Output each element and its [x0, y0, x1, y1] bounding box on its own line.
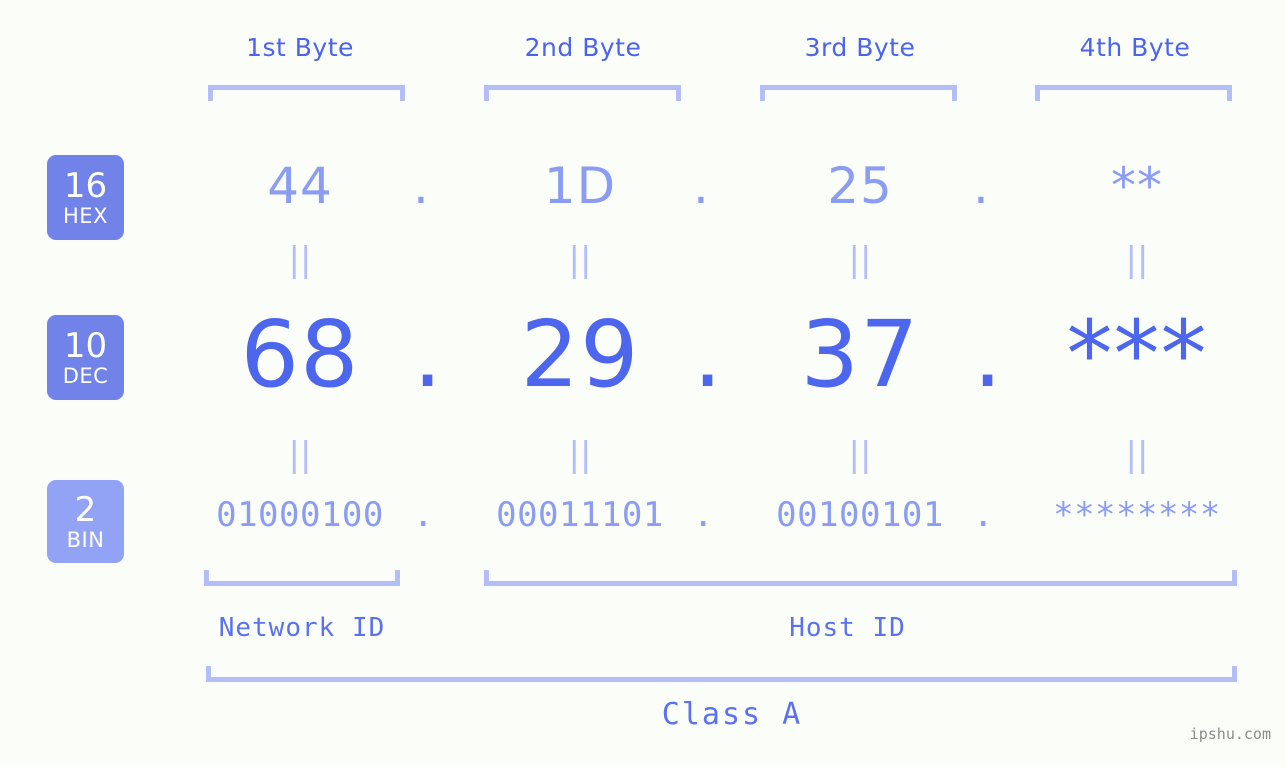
- dec-dot-2: .: [693, 301, 723, 408]
- equals-mark-1-2: ||: [568, 240, 592, 280]
- byte-header-3: 3rd Byte: [804, 33, 916, 62]
- radix-badge-dec-number: 10: [63, 325, 108, 366]
- radix-badge-bin-label: BIN: [66, 527, 105, 552]
- hex-dot-3: .: [973, 157, 989, 215]
- byte-bracket-3: [760, 85, 957, 101]
- byte-bracket-2: [484, 85, 681, 101]
- bin-dot-1: .: [413, 495, 434, 535]
- ip-breakdown-diagram: 1st Byte 2nd Byte 3rd Byte 4th Byte 16 H…: [0, 0, 1285, 767]
- dec-dot-3: .: [973, 301, 1003, 408]
- host-id-bracket: [484, 570, 1237, 586]
- radix-badge-hex: 16 HEX: [47, 155, 124, 240]
- radix-badge-bin-number: 2: [74, 489, 97, 530]
- hex-byte-4: **: [1111, 157, 1163, 215]
- hex-byte-3: 25: [827, 157, 893, 215]
- bin-byte-1: 01000100: [216, 495, 384, 535]
- bin-byte-2: 00011101: [496, 495, 664, 535]
- site-watermark: ipshu.com: [1189, 725, 1271, 743]
- byte-bracket-1: [208, 85, 405, 101]
- class-bracket: [206, 666, 1237, 682]
- class-label: Class A: [661, 697, 803, 732]
- dec-byte-4: ***: [1066, 301, 1208, 408]
- equals-mark-2-3: ||: [848, 435, 872, 475]
- dec-byte-3: 37: [800, 301, 920, 408]
- hex-byte-2: 1D: [543, 157, 617, 215]
- network-id-label: Network ID: [218, 613, 386, 643]
- radix-badge-dec: 10 DEC: [47, 315, 124, 400]
- equals-mark-1-4: ||: [1125, 240, 1149, 280]
- hex-dot-1: .: [413, 157, 429, 215]
- hex-byte-1: 44: [267, 157, 333, 215]
- equals-mark-2-4: ||: [1125, 435, 1149, 475]
- equals-mark-1-3: ||: [848, 240, 872, 280]
- bin-dot-3: .: [973, 495, 994, 535]
- dec-dot-1: .: [413, 301, 443, 408]
- byte-header-4: 4th Byte: [1079, 33, 1191, 62]
- bin-byte-4: ********: [1053, 495, 1221, 535]
- radix-badge-dec-label: DEC: [62, 363, 109, 388]
- equals-mark-1-1: ||: [288, 240, 312, 280]
- bin-byte-3: 00100101: [776, 495, 944, 535]
- byte-header-2: 2nd Byte: [524, 33, 642, 62]
- byte-bracket-4: [1035, 85, 1232, 101]
- equals-mark-2-1: ||: [288, 435, 312, 475]
- bin-dot-2: .: [693, 495, 714, 535]
- network-id-bracket: [204, 570, 400, 586]
- host-id-label: Host ID: [789, 613, 906, 643]
- radix-badge-hex-number: 16: [63, 165, 108, 206]
- hex-dot-2: .: [693, 157, 709, 215]
- dec-byte-2: 29: [520, 301, 640, 408]
- radix-badge-bin: 2 BIN: [47, 480, 124, 563]
- equals-mark-2-2: ||: [568, 435, 592, 475]
- dec-byte-1: 68: [240, 301, 360, 408]
- byte-header-1: 1st Byte: [246, 33, 354, 62]
- radix-badge-hex-label: HEX: [63, 203, 108, 228]
